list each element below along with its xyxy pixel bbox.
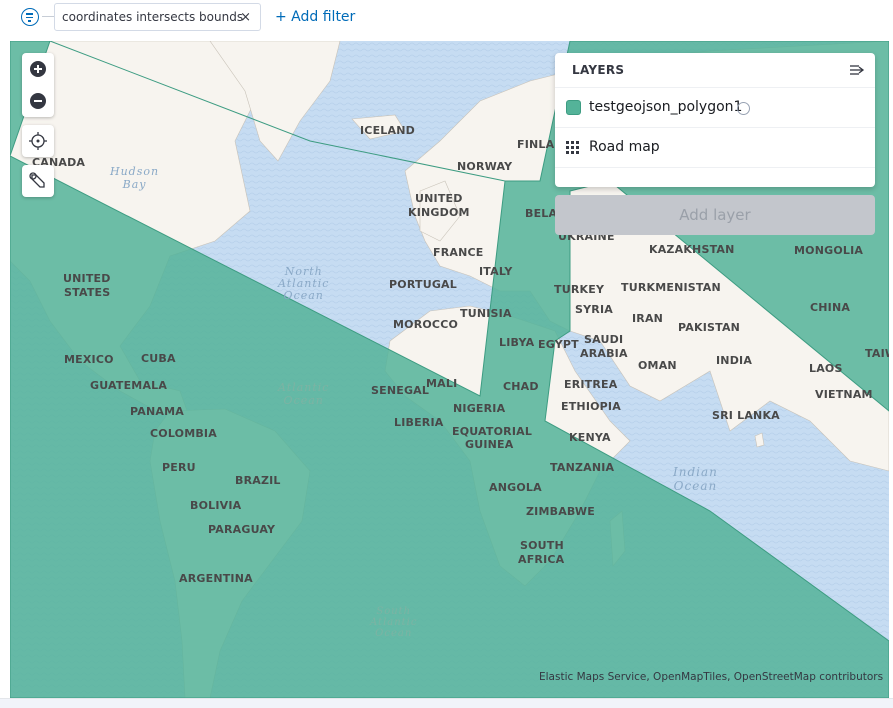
map-attribution[interactable]: Elastic Maps Service, OpenMapTiles, Open… [539, 671, 883, 683]
label-indian-line1: Indian [673, 465, 718, 479]
label-north-atlantic-line3: Ocean [283, 289, 324, 302]
filter-pill[interactable]: coordinates intersects bounds × [54, 3, 261, 31]
label-pakistan: PAKISTAN [678, 321, 741, 334]
fit-to-data-button[interactable] [22, 125, 54, 157]
label-oman: OMAN [638, 359, 677, 372]
label-south-africa-line2: AFRICA [518, 553, 565, 566]
add-layer-button[interactable]: Add layer [555, 195, 875, 235]
label-south-atlantic-line2: Atlantic [370, 617, 418, 628]
filter-connector [42, 16, 54, 17]
label-south-africa-line1: SOUTH [520, 539, 564, 552]
label-turkmenistan: TURKMENISTAN [621, 281, 721, 294]
label-panama: PANAMA [130, 405, 184, 418]
label-south-atlantic: South Atlantic Ocean [370, 606, 417, 639]
label-ethiopia: ETHIOPIA [561, 400, 621, 413]
layer-control-panel: LAYERS testgeojson_polygon1 Road map [555, 53, 875, 187]
label-peru: PERU [162, 461, 196, 474]
label-sri-lanka: SRI LANKA [712, 409, 780, 422]
layer-name[interactable]: testgeojson_polygon1 [589, 99, 742, 115]
filter-icon [737, 102, 750, 115]
label-syria: SYRIA [575, 303, 613, 316]
label-cuba: CUBA [141, 352, 176, 365]
label-tanzania: TANZANIA [550, 461, 615, 474]
label-libya: LIBYA [499, 336, 535, 349]
label-uk-line2: KINGDOM [408, 206, 470, 219]
label-iceland: ICELAND [360, 124, 415, 137]
zoom-in-icon[interactable] [30, 61, 46, 77]
label-us-line2: STATES [64, 286, 111, 299]
label-mexico: MEXICO [64, 353, 114, 366]
layer-name[interactable]: Road map [589, 139, 660, 155]
label-hudson-line2: Bay [122, 178, 147, 191]
label-kazakhstan: KAZAKHSTAN [649, 243, 735, 256]
label-liberia: LIBERIA [394, 416, 444, 429]
layer-list-footer [555, 167, 875, 187]
label-iran: IRAN [632, 312, 664, 325]
label-bolivia: BOLIVIA [190, 499, 242, 512]
label-eritrea: ERITREA [564, 378, 618, 391]
label-uk-line1: UNITED [415, 192, 463, 205]
label-zimbabwe: ZIMBABWE [526, 505, 595, 518]
grid-icon [566, 141, 580, 155]
layer-row[interactable]: testgeojson_polygon1 [555, 87, 875, 127]
label-eq-guinea-line1: EQUATORIAL [452, 425, 533, 438]
label-taiwan: TAIW [865, 347, 889, 360]
label-vietnam: VIETNAM [815, 388, 873, 401]
label-china: CHINA [810, 301, 851, 314]
label-india: INDIA [716, 354, 753, 367]
label-argentina: ARGENTINA [179, 572, 253, 585]
panel-title: LAYERS [572, 63, 625, 77]
label-saudi-line1: SAUDI [584, 333, 624, 346]
label-portugal: PORTUGAL [389, 278, 457, 291]
zoom-controls [22, 53, 54, 117]
label-guatemala: GUATEMALA [90, 379, 168, 392]
label-tunisia: TUNISIA [460, 307, 512, 320]
label-saudi-line2: ARABIA [580, 347, 628, 360]
collapse-panel-icon[interactable] [849, 63, 865, 77]
label-mali: MALI [426, 377, 458, 390]
label-colombia: COLOMBIA [150, 427, 217, 440]
label-atlantic-line2: Ocean [283, 394, 324, 407]
filter-pill-label[interactable]: coordinates intersects bounds [62, 10, 243, 24]
draw-tools-button[interactable] [22, 165, 54, 197]
label-brazil: BRAZIL [235, 474, 281, 487]
label-angola: ANGOLA [489, 481, 542, 494]
label-hudson-bay: Hudson Bay [110, 165, 159, 191]
label-morocco: MOROCCO [393, 318, 459, 331]
label-us-line1: UNITED [63, 272, 111, 285]
label-egypt: EGYPT [538, 338, 579, 351]
label-south-atlantic-line1: South [376, 606, 412, 617]
add-filter-button[interactable]: + Add filter [275, 9, 355, 25]
label-senegal: SENEGAL [371, 384, 430, 397]
label-indian-line2: Ocean [673, 479, 718, 493]
label-south-atlantic-line3: Ocean [375, 628, 413, 639]
wrench-icon [29, 172, 45, 188]
label-atlantic: Atlantic Ocean [278, 381, 329, 407]
label-france: FRANCE [433, 246, 484, 259]
label-mongolia: MONGOLIA [794, 244, 864, 257]
zoom-out-icon[interactable] [30, 93, 46, 109]
bottom-bar [0, 698, 893, 708]
label-north-atlantic: North Atlantic Ocean [278, 266, 329, 302]
label-kenya: KENYA [569, 431, 611, 444]
close-icon[interactable]: × [240, 10, 251, 25]
label-hudson-line1: Hudson [110, 165, 160, 178]
label-italy: ITALY [479, 265, 513, 278]
label-paraguay: PARAGUAY [208, 523, 276, 536]
layer-color-swatch [566, 100, 581, 115]
label-atlantic-line1: Atlantic [278, 381, 330, 394]
label-eq-guinea-line2: GUINEA [465, 438, 514, 451]
label-indian-ocean: Indian Ocean [673, 465, 718, 493]
filter-menu-icon[interactable] [21, 8, 39, 26]
label-norway: NORWAY [457, 160, 513, 173]
label-chad: CHAD [503, 380, 539, 393]
layer-row[interactable]: Road map [555, 127, 875, 167]
label-laos: LAOS [809, 362, 843, 375]
crosshair-icon [29, 132, 47, 150]
label-nigeria: NIGERIA [453, 402, 506, 415]
filter-bar: coordinates intersects bounds × + Add fi… [0, 0, 893, 40]
label-turkey: TURKEY [554, 283, 605, 296]
